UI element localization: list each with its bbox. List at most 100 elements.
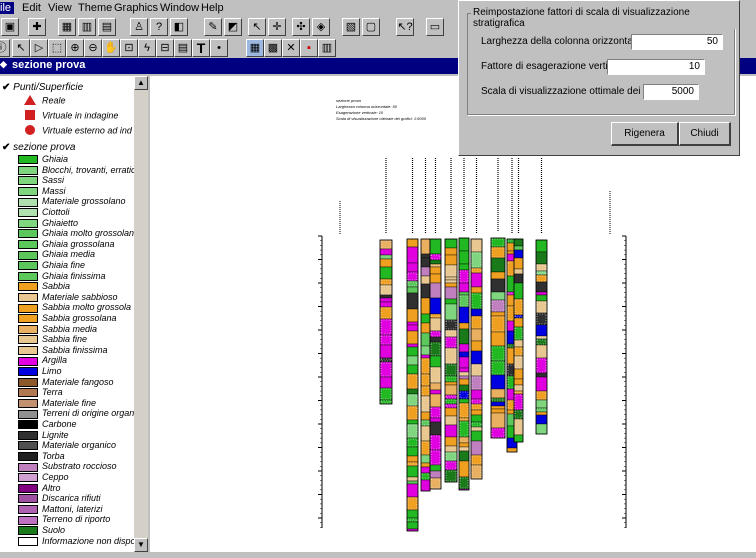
stratum-layer — [444, 286, 458, 300]
regenerate-button[interactable]: Rigenera — [611, 122, 679, 146]
legend-lithology-label: Ghiaietto — [42, 217, 79, 228]
legend-lithology-row: Massi — [18, 186, 66, 196]
menu-window[interactable]: Window — [160, 2, 199, 14]
stratum-layer — [429, 341, 442, 357]
stratum-layer — [535, 376, 548, 392]
pointer-icon[interactable]: ↖ — [248, 18, 266, 36]
zoom-selected-icon[interactable]: ✣ — [292, 18, 310, 36]
stratum-layer — [535, 335, 548, 340]
stratum-layer — [379, 318, 393, 336]
legend-lithology-label: Blocchi, trovanti, erratic — [42, 164, 136, 175]
legend-swatch — [18, 324, 38, 334]
stratum-layer — [420, 357, 431, 375]
menu-view[interactable]: View — [48, 2, 72, 14]
graph-tool-icon[interactable]: ▥ — [318, 39, 336, 57]
visible-check-icon[interactable]: ✔ — [2, 82, 10, 93]
colors-tool-icon[interactable]: ▪ — [300, 39, 318, 57]
display-scale-input[interactable]: 5000 — [643, 84, 699, 100]
legend-group1-header[interactable]: ✔ Punti/Superficie — [2, 82, 83, 93]
menu-theme[interactable]: Theme — [78, 2, 112, 14]
stratum-layer — [406, 286, 419, 294]
grid-tool-icon[interactable]: ▦ — [246, 39, 264, 57]
stratum-layer — [406, 496, 419, 511]
pointer-tool-icon[interactable]: ↖ — [12, 39, 30, 57]
select-icon[interactable]: ◩ — [224, 18, 242, 36]
menu-graphics[interactable]: Graphics — [114, 2, 158, 14]
find-icon[interactable]: ♙ — [130, 18, 148, 36]
save-icon[interactable]: ▣ — [1, 18, 19, 36]
stratum-layer — [535, 399, 548, 409]
stratum-layer — [379, 334, 393, 346]
stratum-layer — [490, 246, 506, 259]
locate-icon[interactable]: ◧ — [170, 18, 188, 36]
point-tool-icon[interactable]: • — [210, 39, 228, 57]
legend-lithology-row: Limo — [18, 366, 62, 377]
select-area-icon[interactable]: ⬚ — [48, 39, 66, 57]
scale-tool-icon[interactable]: ✕ — [282, 39, 300, 57]
legend-swatch — [18, 303, 38, 313]
vertical-exaggeration-input[interactable]: 10 — [607, 59, 705, 75]
view-window-icon[interactable]: ◆ — [0, 59, 7, 70]
legend-swatch — [18, 515, 38, 525]
legend-lithology-label: Altro — [42, 482, 61, 493]
legend-scrollbar[interactable]: ▲ ▼ — [134, 76, 148, 552]
stratum-layer — [470, 315, 483, 330]
close-button[interactable]: Chiudi — [679, 122, 731, 146]
zoom-out-icon[interactable]: ⊖ — [84, 39, 102, 57]
stratum-layer — [406, 343, 419, 348]
edit-icon[interactable]: ✎ — [204, 18, 222, 36]
info-tool-icon[interactable]: ⓘ — [0, 39, 10, 57]
stratum-layer — [513, 355, 524, 370]
legend-lithology-label: Sabbia fine — [42, 334, 88, 345]
help-pointer-icon[interactable]: ↖? — [396, 18, 414, 36]
add-theme-icon[interactable]: ✚ — [28, 18, 46, 36]
scroll-up-icon[interactable]: ▲ — [134, 76, 148, 90]
legend-swatch — [18, 271, 38, 281]
label-tool-icon[interactable]: ⊟ — [156, 39, 174, 57]
pan-icon[interactable]: ✋ — [102, 39, 120, 57]
stratum-layer — [379, 376, 393, 389]
frame-icon[interactable]: ▢ — [362, 18, 380, 36]
scroll-down-icon[interactable]: ▼ — [134, 538, 148, 552]
legend-group2-header[interactable]: ✔ sezione prova — [2, 142, 75, 153]
stratum-layer — [406, 373, 419, 390]
stratum-layer — [420, 253, 431, 259]
menu-help[interactable]: Help — [201, 2, 224, 14]
stratum-layer — [506, 447, 518, 453]
legend-swatch — [18, 356, 38, 366]
vertex-tool-icon[interactable]: ▷ — [30, 39, 48, 57]
zoom-in-icon[interactable]: ⊕ — [66, 39, 84, 57]
hotlink-icon[interactable]: ϟ — [138, 39, 156, 57]
measure-icon[interactable]: ⊡ — [120, 39, 138, 57]
legend-symbol-row: Virtuale esterno ad ind — [24, 125, 132, 135]
zoom-full-icon[interactable]: ✛ — [268, 18, 286, 36]
window-icon[interactable]: ▭ — [426, 18, 444, 36]
stratum-layer — [429, 266, 442, 275]
stratum-layer — [444, 407, 458, 417]
area-tool-icon[interactable]: ▤ — [174, 39, 192, 57]
query-icon[interactable]: ? — [150, 18, 168, 36]
pattern-tool-icon[interactable]: ▩ — [264, 39, 282, 57]
legend-swatch — [18, 218, 38, 228]
stratum-layer — [470, 363, 483, 377]
zoom-active-icon[interactable]: ◈ — [312, 18, 330, 36]
visible-check-icon[interactable]: ✔ — [2, 142, 10, 153]
layer-icon[interactable]: ▧ — [342, 18, 360, 36]
stratum-layer — [470, 272, 483, 288]
menu-edit[interactable]: Edit — [22, 2, 41, 14]
stratum-layer — [513, 273, 524, 284]
stratum-layer — [458, 294, 470, 308]
text-tool-icon[interactable]: T — [192, 39, 210, 57]
stratum-layer — [444, 247, 458, 256]
menu-file[interactable]: ile — [0, 2, 15, 14]
legend-lithology-label: Sabbia grossolana — [42, 313, 117, 323]
stratum-layer — [513, 326, 524, 341]
table-icon[interactable]: ▦ — [58, 18, 76, 36]
layout-icon[interactable]: ▤ — [98, 18, 116, 36]
column-width-input[interactable]: 50 — [631, 34, 723, 50]
legend-lithology-row: Sabbia fine — [18, 334, 88, 345]
chart-icon[interactable]: ▥ — [78, 18, 96, 36]
stratum-layer — [406, 419, 419, 425]
stratum-layer — [513, 346, 524, 357]
stratum-layer — [490, 278, 506, 293]
